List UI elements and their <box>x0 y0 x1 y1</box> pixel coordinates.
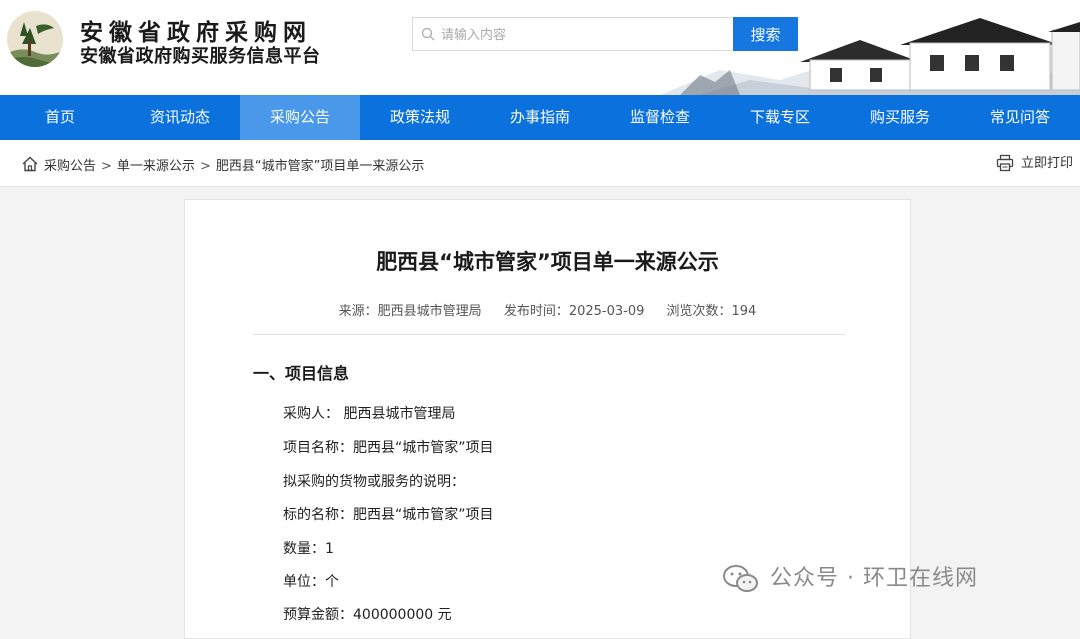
nav-item-news[interactable]: 资讯动态 <box>120 95 240 140</box>
breadcrumb-item-single-source[interactable]: 单一来源公示 <box>117 159 195 174</box>
site-subtitle: 安徽省政府购买服务信息平台 <box>80 46 321 67</box>
breadcrumb-item-procurement-notice[interactable]: 采购公告 <box>44 159 96 174</box>
nav-item-purchase-services[interactable]: 购买服务 <box>840 95 960 140</box>
home-icon[interactable] <box>21 155 39 173</box>
field-goods-description: 拟采购的货物或服务的说明： <box>283 474 465 490</box>
wechat-watermark: 公众号 · 环卫在线网 <box>722 562 978 596</box>
breadcrumb-item-current: 肥西县“城市管家”项目单一来源公示 <box>215 159 425 174</box>
print-button[interactable]: 立即打印 <box>996 153 1073 174</box>
site-logo[interactable] <box>6 10 64 68</box>
article-source: 来源：肥西县城市管理局 <box>338 304 482 319</box>
section-heading-project-info: 一、项目信息 <box>253 364 350 383</box>
article-view-count: 浏览次数：194 <box>666 304 757 319</box>
divider <box>253 334 845 335</box>
nav-item-supervision[interactable]: 监督检查 <box>600 95 720 140</box>
nav-item-home[interactable]: 首页 <box>0 95 120 140</box>
breadcrumb-separator: > <box>101 159 112 174</box>
breadcrumb: 采购公告 > 单一来源公示 > 肥西县“城市管家”项目单一来源公示 <box>44 155 424 174</box>
header-scenery-image <box>660 18 1080 95</box>
field-unit: 单位：个 <box>283 574 339 590</box>
field-quantity: 数量：1 <box>283 541 334 557</box>
breadcrumb-separator: > <box>199 159 211 174</box>
article-publish-time: 发布时间：2025-03-09 <box>503 304 645 319</box>
field-budget: 预算金额：400000000 元 <box>283 607 452 623</box>
nav-item-policies[interactable]: 政策法规 <box>360 95 480 140</box>
nav-item-downloads[interactable]: 下载专区 <box>720 95 840 140</box>
print-label: 立即打印 <box>1021 156 1074 171</box>
search-icon <box>421 27 435 41</box>
printer-icon <box>996 154 1014 172</box>
main-nav: 首页 资讯动态 采购公告 政策法规 办事指南 监督检查 下载专区 购买服务 常见… <box>0 95 1080 140</box>
site-header: 安徽省政府采购网 安徽省政府购买服务信息平台 搜索 <box>0 0 1080 95</box>
article-meta: 来源：肥西县城市管理局 发布时间：2025-03-09 浏览次数：194 <box>185 300 910 319</box>
wechat-icon <box>723 565 758 592</box>
nav-item-guide[interactable]: 办事指南 <box>480 95 600 140</box>
nav-item-procurement-notice[interactable]: 采购公告 <box>240 95 360 140</box>
field-item-name: 标的名称：肥西县“城市管家”项目 <box>283 507 494 523</box>
field-project-name: 项目名称：肥西县“城市管家”项目 <box>283 440 494 456</box>
field-purchaser: 采购人： 肥西县城市管理局 <box>283 406 456 422</box>
article-title: 肥西县“城市管家”项目单一来源公示 <box>376 250 719 274</box>
nav-item-faq[interactable]: 常见问答 <box>960 95 1080 140</box>
watermark-text: 公众号 · 环卫在线网 <box>770 566 978 591</box>
